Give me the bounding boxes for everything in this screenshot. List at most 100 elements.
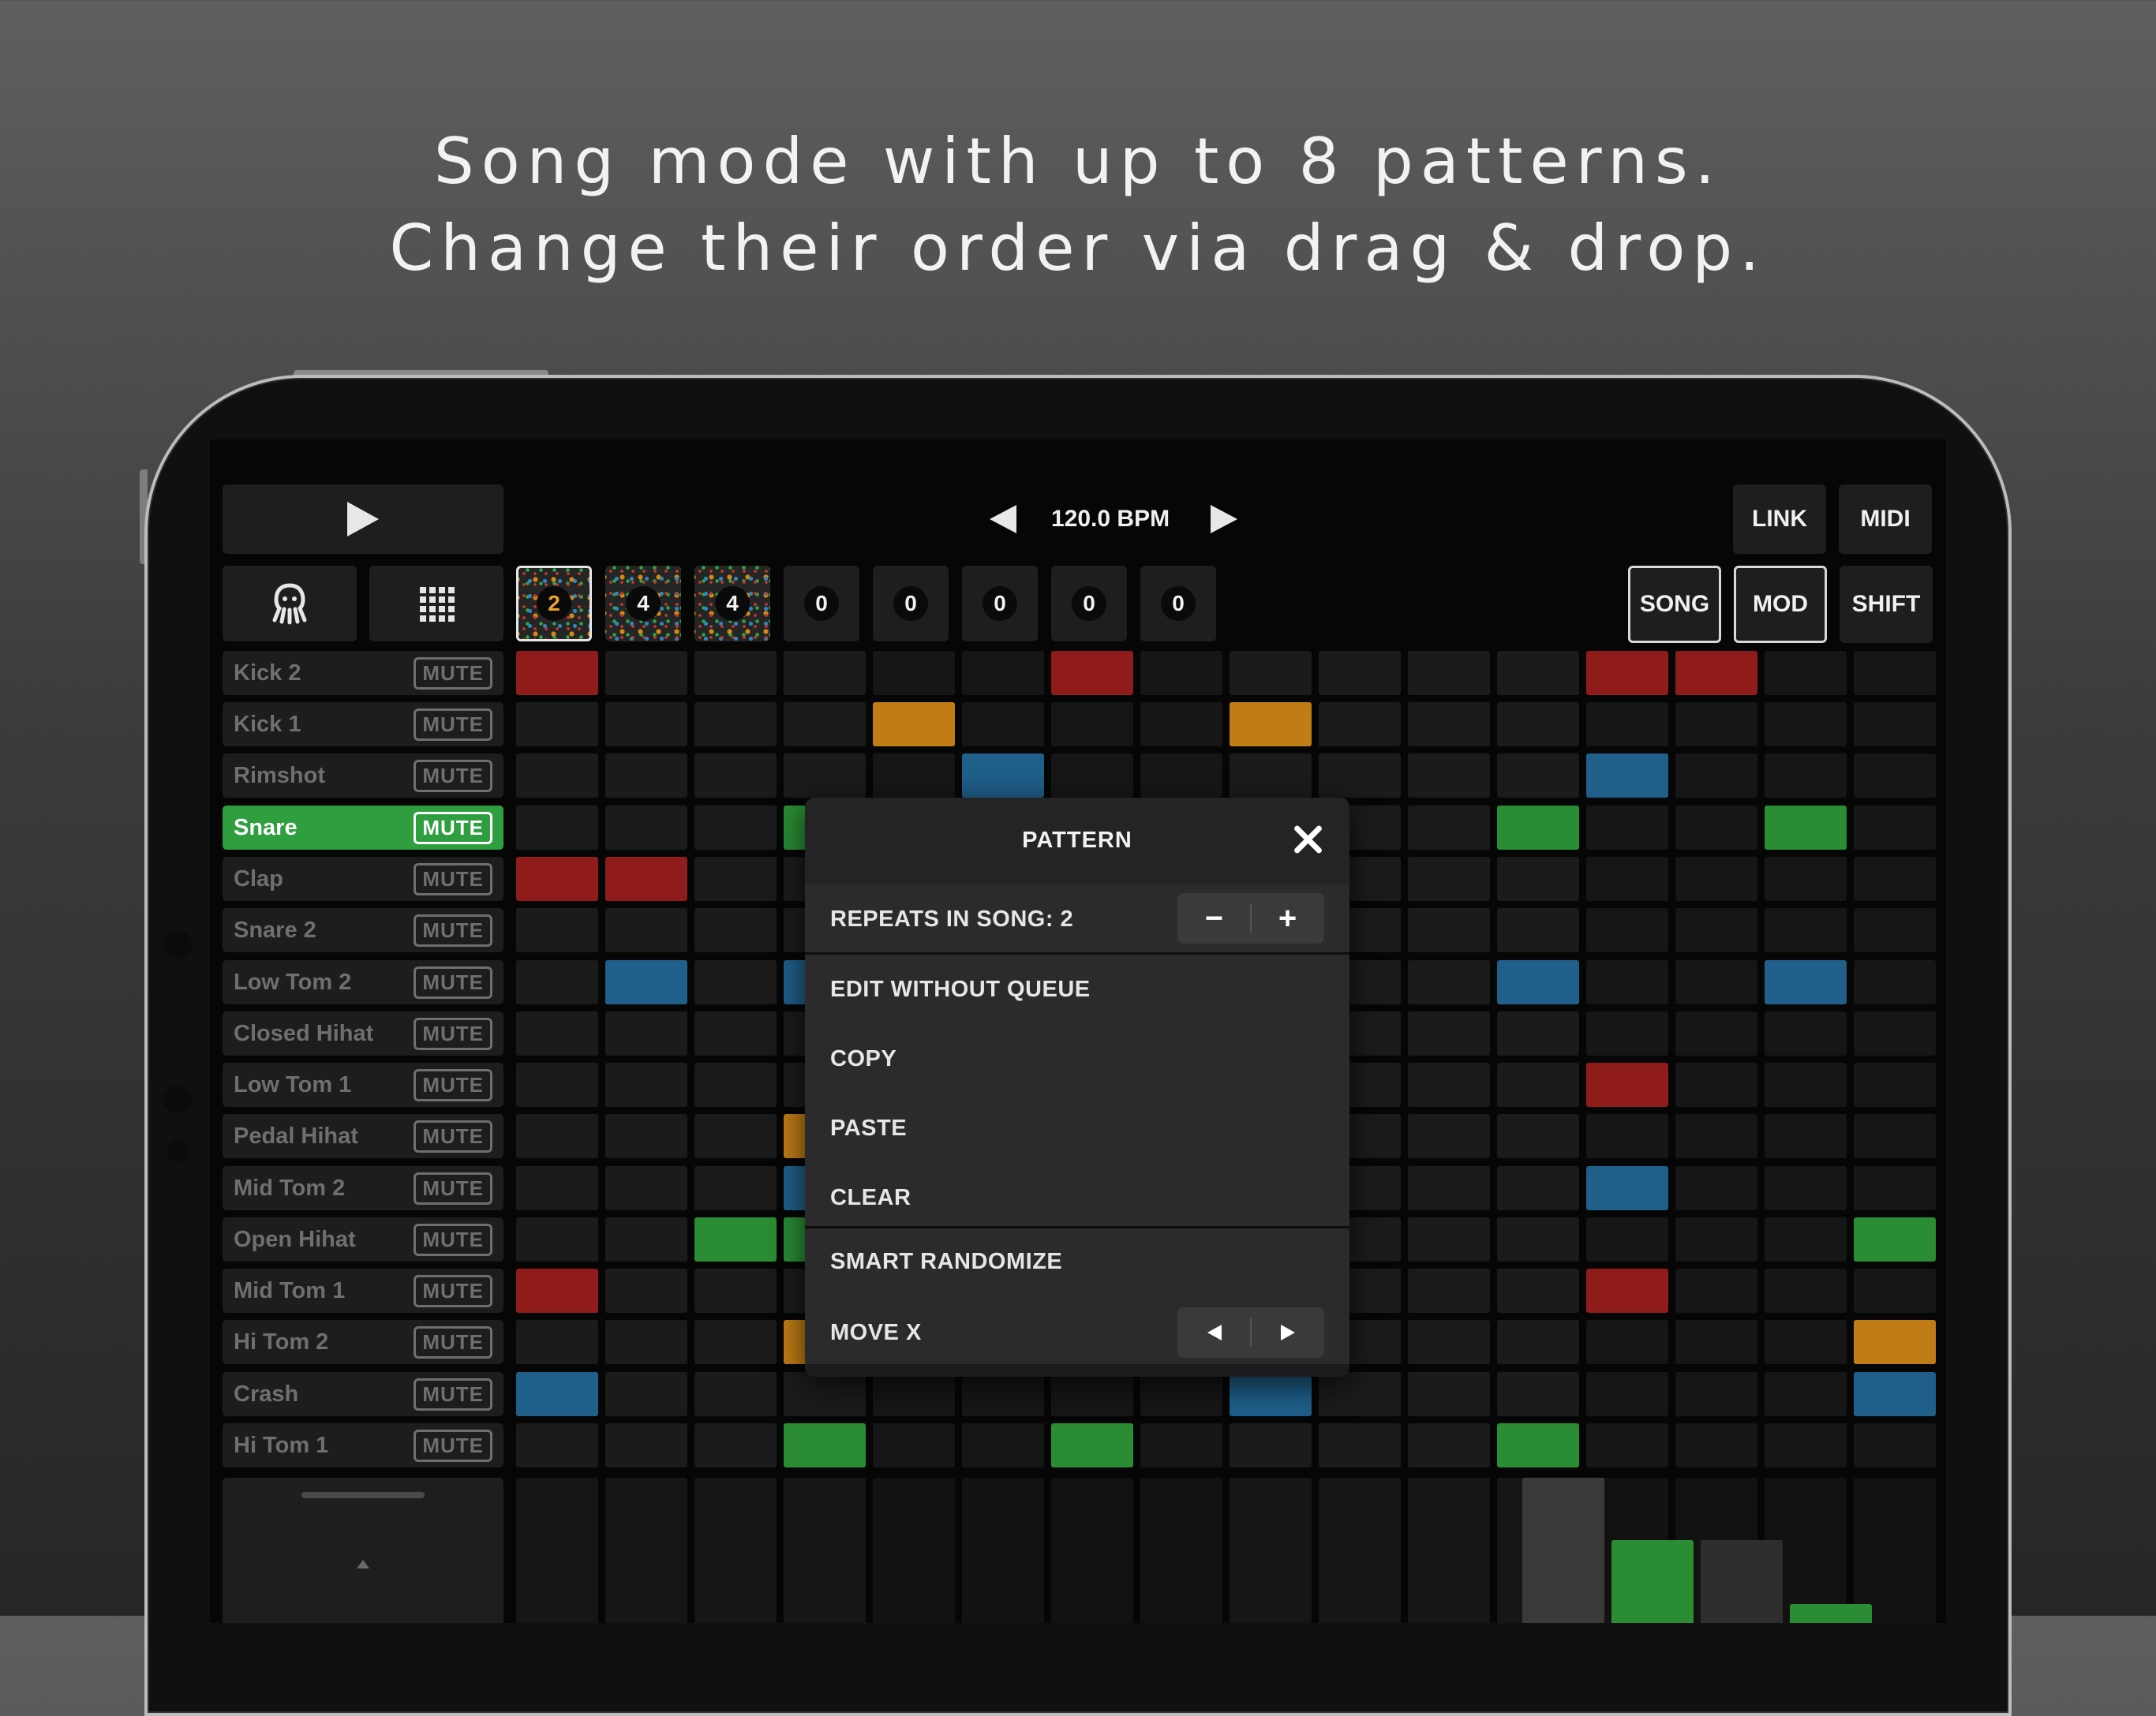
step-cell[interactable] (1765, 702, 1847, 746)
step-cell[interactable] (605, 806, 687, 850)
step-cell[interactable] (1765, 1320, 1847, 1364)
step-cell[interactable] (1408, 1217, 1490, 1262)
move-right-button[interactable] (1251, 1307, 1324, 1358)
step-cell[interactable] (516, 1372, 598, 1416)
step-cell[interactable] (1408, 753, 1490, 798)
step-cell[interactable] (1586, 908, 1668, 952)
step-cell[interactable] (1586, 1269, 1668, 1313)
velocity-lane[interactable] (1230, 1478, 1312, 1623)
velocity-lane[interactable] (962, 1478, 1044, 1623)
step-cell[interactable] (1051, 702, 1133, 746)
step-cell[interactable] (1586, 651, 1668, 695)
step-cell[interactable] (1497, 806, 1579, 850)
step-cell[interactable] (516, 1423, 598, 1467)
velocity-bar[interactable] (1522, 1478, 1604, 1623)
step-cell[interactable] (1051, 1423, 1133, 1467)
step-cell[interactable] (1854, 1423, 1936, 1467)
step-cell[interactable] (605, 651, 687, 695)
step-cell[interactable] (1675, 1114, 1757, 1158)
step-cell[interactable] (873, 702, 955, 746)
clear-item[interactable]: CLEAR (805, 1158, 1349, 1226)
step-cell[interactable] (1675, 1423, 1757, 1467)
step-cell[interactable] (1140, 1372, 1222, 1416)
step-cell[interactable] (1854, 1063, 1936, 1107)
step-cell[interactable] (1586, 702, 1668, 746)
step-cell[interactable] (1675, 857, 1757, 901)
step-cell[interactable] (1319, 753, 1401, 798)
step-cell[interactable] (1408, 702, 1490, 746)
step-cell[interactable] (1497, 702, 1579, 746)
step-cell[interactable] (516, 1269, 598, 1313)
step-cell[interactable] (1765, 1423, 1847, 1467)
step-cell[interactable] (1051, 651, 1133, 695)
step-cell[interactable] (1675, 1320, 1757, 1364)
step-cell[interactable] (1408, 1063, 1490, 1107)
step-cell[interactable] (1230, 651, 1312, 695)
step-cell[interactable] (1765, 651, 1847, 695)
velocity-lane[interactable] (1854, 1478, 1936, 1623)
step-cell[interactable] (1319, 1423, 1401, 1467)
step-cell[interactable] (605, 1217, 687, 1262)
step-cell[interactable] (605, 1114, 687, 1158)
step-cell[interactable] (962, 702, 1044, 746)
step-cell[interactable] (516, 1320, 598, 1364)
step-cell[interactable] (1497, 1372, 1579, 1416)
step-cell[interactable] (1051, 1372, 1133, 1416)
step-cell[interactable] (1586, 1423, 1668, 1467)
step-cell[interactable] (784, 753, 866, 798)
step-cell[interactable] (1675, 1269, 1757, 1313)
step-cell[interactable] (605, 753, 687, 798)
step-cell[interactable] (1854, 1320, 1936, 1364)
step-cell[interactable] (1230, 702, 1312, 746)
step-cell[interactable] (516, 857, 598, 901)
step-cell[interactable] (1408, 1320, 1490, 1364)
step-cell[interactable] (1408, 960, 1490, 1004)
step-cell[interactable] (1497, 1166, 1579, 1210)
step-cell[interactable] (1854, 651, 1936, 695)
velocity-lane[interactable] (873, 1478, 955, 1623)
step-cell[interactable] (1051, 753, 1133, 798)
step-cell[interactable] (1854, 960, 1936, 1004)
step-cell[interactable] (694, 753, 777, 798)
step-cell[interactable] (694, 1372, 777, 1416)
step-cell[interactable] (1497, 960, 1579, 1004)
step-cell[interactable] (1675, 753, 1757, 798)
velocity-bar[interactable] (1790, 1604, 1872, 1623)
step-cell[interactable] (784, 1372, 866, 1416)
move-left-button[interactable] (1177, 1307, 1251, 1358)
step-cell[interactable] (1854, 1217, 1936, 1262)
step-cell[interactable] (605, 1423, 687, 1467)
step-cell[interactable] (1854, 1166, 1936, 1210)
step-cell[interactable] (1230, 1372, 1312, 1416)
velocity-lane[interactable] (605, 1478, 687, 1623)
velocity-lane[interactable] (784, 1478, 866, 1623)
step-cell[interactable] (1765, 1011, 1847, 1056)
step-cell[interactable] (962, 1423, 1044, 1467)
step-cell[interactable] (1586, 1320, 1668, 1364)
step-cell[interactable] (694, 651, 777, 695)
step-cell[interactable] (1497, 651, 1579, 695)
step-cell[interactable] (605, 908, 687, 952)
step-cell[interactable] (694, 1114, 777, 1158)
step-cell[interactable] (516, 1166, 598, 1210)
step-cell[interactable] (1586, 1011, 1668, 1056)
step-cell[interactable] (1765, 1166, 1847, 1210)
step-cell[interactable] (1497, 1320, 1579, 1364)
step-cell[interactable] (873, 753, 955, 798)
step-cell[interactable] (694, 1166, 777, 1210)
step-cell[interactable] (1765, 1372, 1847, 1416)
step-cell[interactable] (1408, 806, 1490, 850)
step-cell[interactable] (784, 1423, 866, 1467)
step-cell[interactable] (1675, 1011, 1757, 1056)
step-cell[interactable] (1854, 1269, 1936, 1313)
step-cell[interactable] (1765, 857, 1847, 901)
step-cell[interactable] (1408, 651, 1490, 695)
step-cell[interactable] (1497, 1063, 1579, 1107)
step-cell[interactable] (784, 651, 866, 695)
step-cell[interactable] (516, 908, 598, 952)
step-cell[interactable] (1854, 857, 1936, 901)
step-cell[interactable] (1765, 1269, 1847, 1313)
step-cell[interactable] (694, 960, 777, 1004)
step-cell[interactable] (1675, 1217, 1757, 1262)
step-cell[interactable] (1319, 1372, 1401, 1416)
